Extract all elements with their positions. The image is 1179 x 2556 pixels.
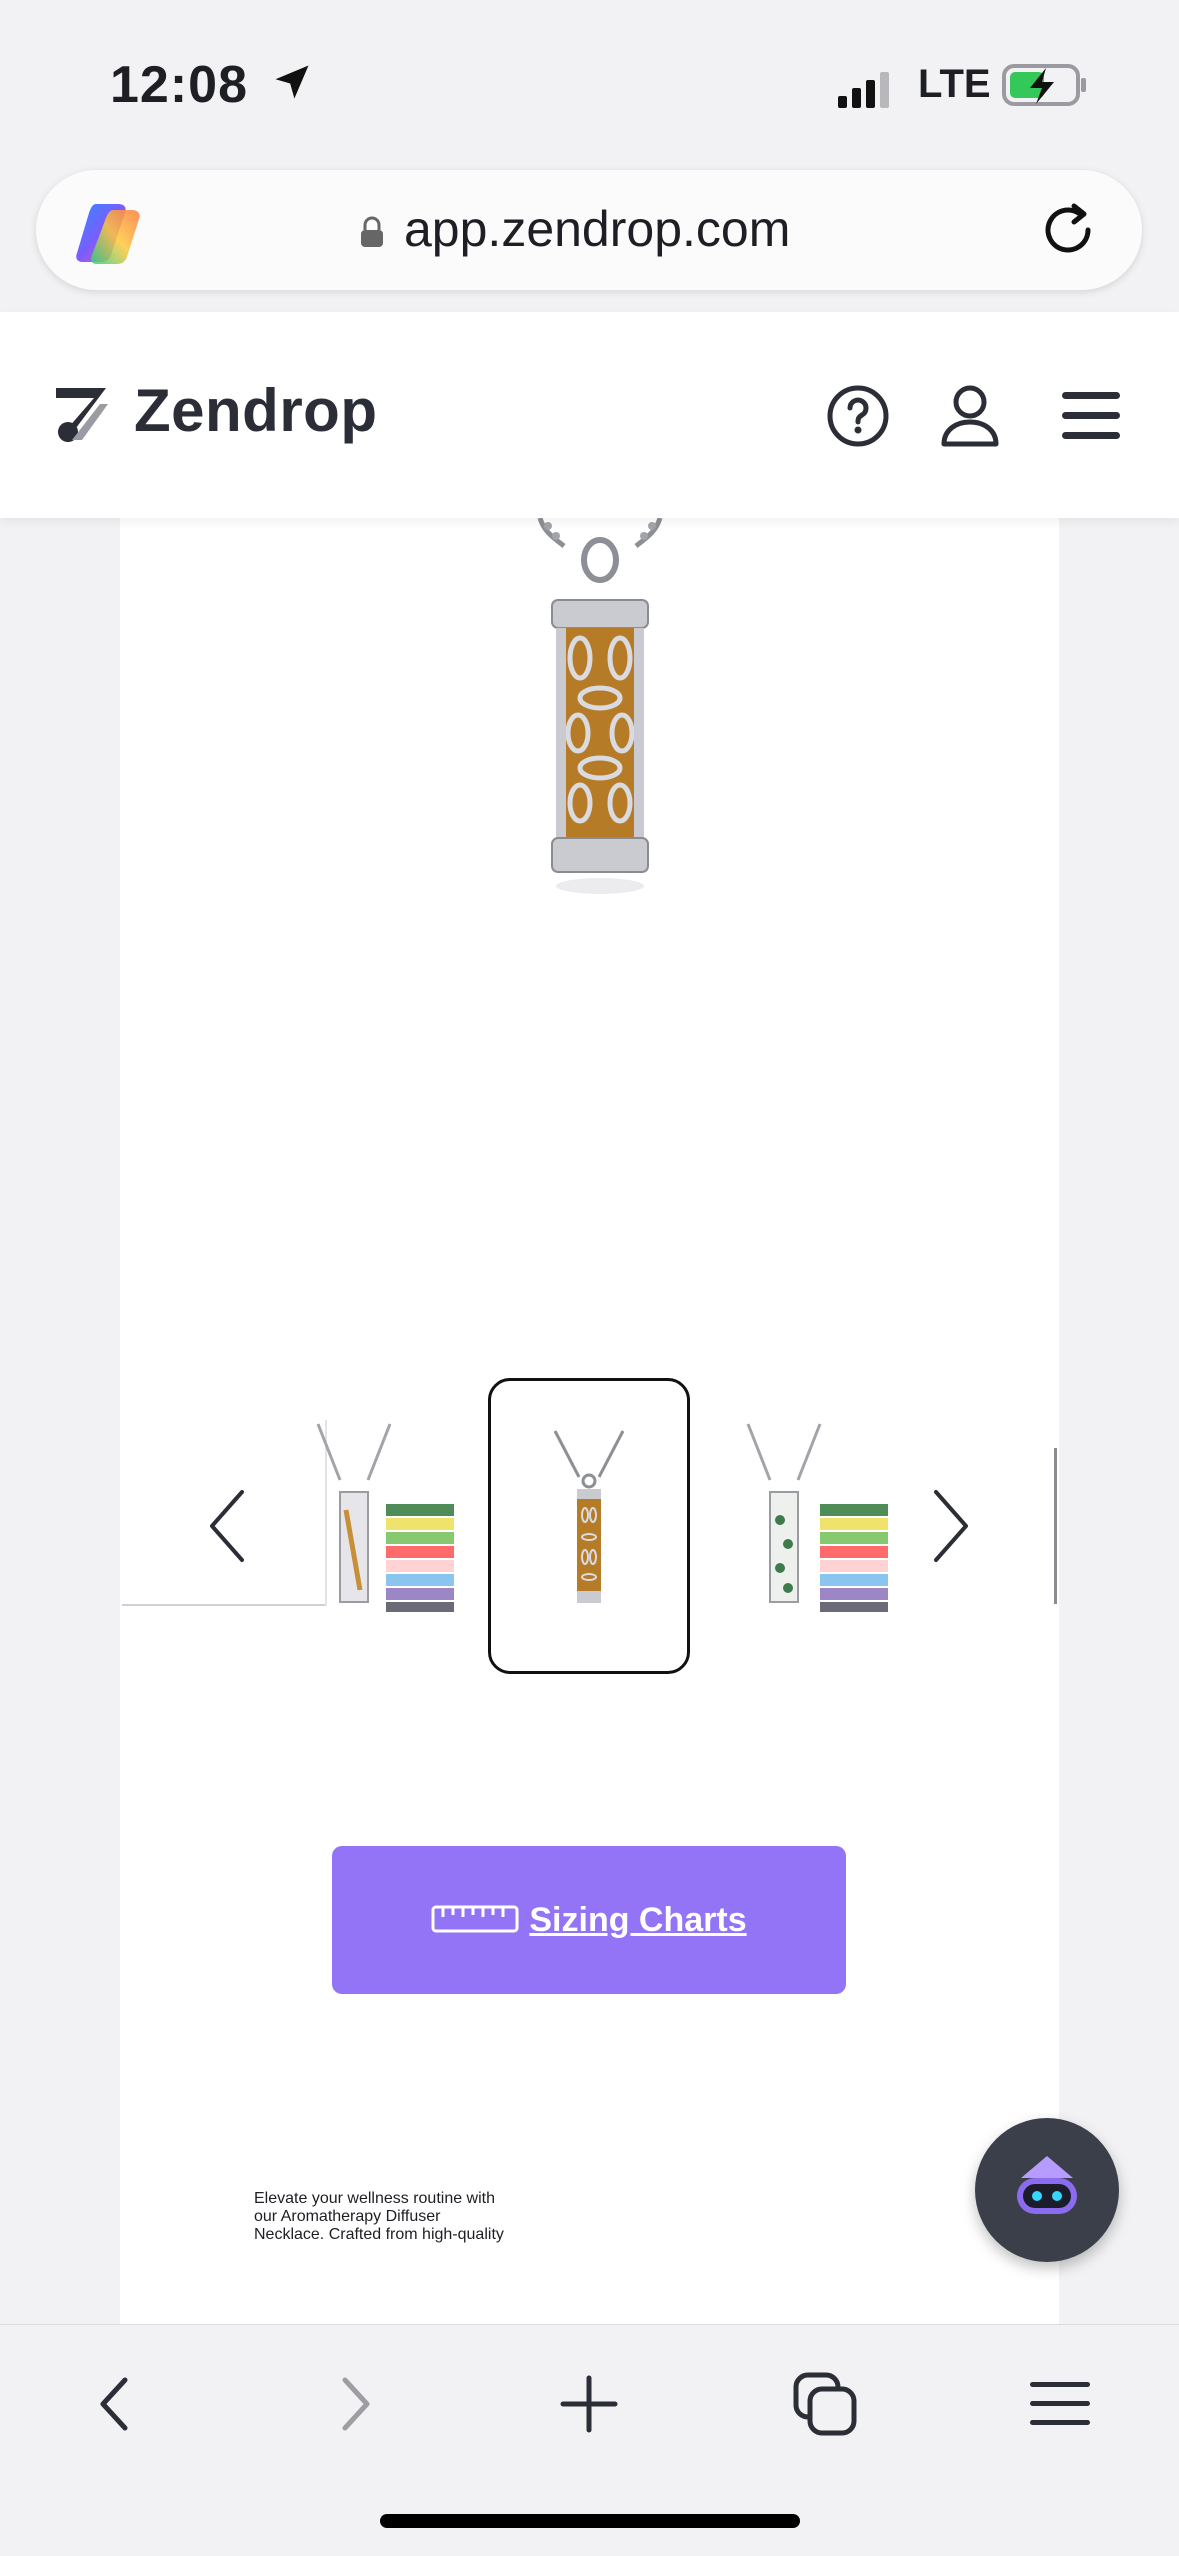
menu-icon[interactable] (1015, 2359, 1105, 2449)
copilot-logo-icon[interactable] (74, 200, 146, 269)
sizing-charts-button[interactable]: Sizing Charts (332, 1846, 846, 1994)
carousel-divider (122, 1604, 327, 1606)
site-header: Zendrop (0, 312, 1179, 518)
carousel-divider (1054, 1448, 1057, 1604)
signal-bars-icon (838, 70, 898, 115)
tabs-icon[interactable] (780, 2359, 870, 2449)
location-arrow-icon (270, 60, 314, 109)
address-bar[interactable]: app.zendrop.com (36, 170, 1142, 290)
home-indicator[interactable] (380, 2514, 800, 2528)
chat-assistant-button[interactable] (975, 2118, 1119, 2262)
product-thumbnail[interactable] (310, 1420, 480, 1620)
description-line: Necklace. Crafted from high-quality (254, 2226, 504, 2243)
help-icon[interactable] (826, 384, 890, 453)
hamburger-menu-icon[interactable] (1060, 390, 1122, 447)
product-description: Elevate your wellness routine with our A… (254, 2190, 914, 2322)
network-type: LTE (918, 62, 991, 106)
brand-name[interactable]: Zendrop (134, 376, 377, 445)
reload-icon[interactable] (1036, 198, 1100, 267)
description-line: our Aromatherapy Diffuser (254, 2208, 441, 2225)
carousel-prev-button[interactable] (198, 1486, 258, 1566)
product-thumbnail-selected[interactable] (488, 1378, 690, 1674)
robot-assistant-icon (1017, 2156, 1077, 2214)
status-bar: 12:08 LTE (0, 0, 1179, 165)
sizing-charts-label: Sizing Charts (529, 1900, 747, 1939)
description-line: Elevate your wellness routine with (254, 2190, 496, 2207)
lock-icon (358, 216, 386, 253)
zendrop-logo-icon[interactable] (52, 384, 112, 449)
url-text[interactable]: app.zendrop.com (404, 200, 790, 258)
carousel-next-button[interactable] (920, 1486, 980, 1566)
battery-charging-icon (1002, 62, 1088, 113)
new-tab-icon[interactable] (544, 2359, 634, 2449)
user-icon[interactable] (938, 382, 1002, 455)
status-time: 12:08 (110, 56, 248, 114)
product-main-image[interactable] (500, 517, 700, 988)
ruler-icon (431, 1903, 519, 1938)
forward-icon[interactable] (310, 2359, 400, 2449)
product-thumbnail[interactable] (736, 1420, 906, 1620)
back-icon[interactable] (70, 2359, 160, 2449)
